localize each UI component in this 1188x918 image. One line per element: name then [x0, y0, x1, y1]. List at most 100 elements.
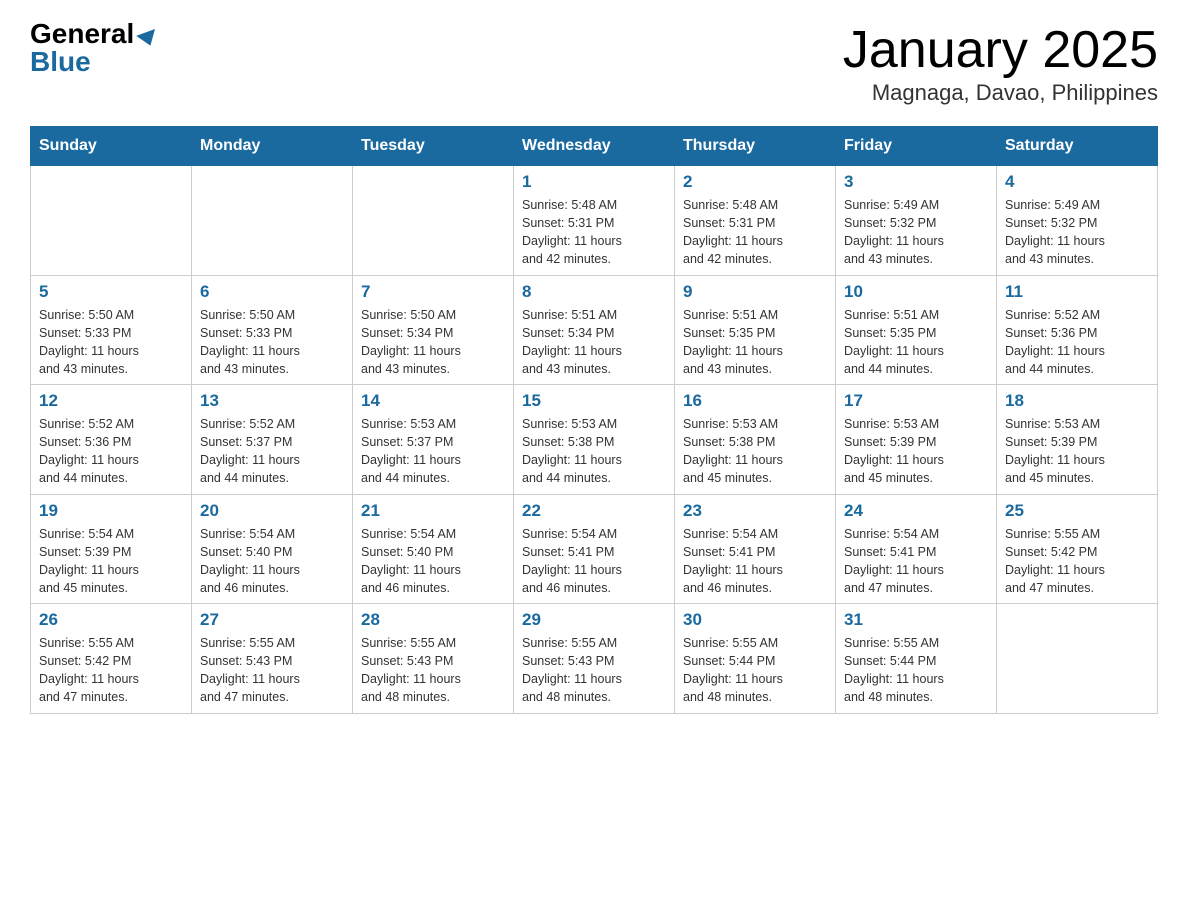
day-info: Sunrise: 5:55 AMSunset: 5:42 PMDaylight:… [39, 634, 183, 707]
calendar-cell: 16 Sunrise: 5:53 AMSunset: 5:38 PMDayligh… [675, 385, 836, 495]
day-number: 4 [1005, 172, 1149, 192]
day-info: Sunrise: 5:52 AMSunset: 5:36 PMDaylight:… [39, 415, 183, 488]
day-number: 22 [522, 501, 666, 521]
calendar-cell: 12 Sunrise: 5:52 AMSunset: 5:36 PMDayligh… [31, 385, 192, 495]
calendar-cell: 20 Sunrise: 5:54 AMSunset: 5:40 PMDayligh… [192, 494, 353, 604]
calendar-cell: 28Sunrise: 5:55 AMSunset: 5:43 PMDayligh… [353, 604, 514, 714]
calendar-week-row: 19Sunrise: 5:54 AMSunset: 5:39 PMDayligh… [31, 494, 1158, 604]
calendar-cell: 27 Sunrise: 5:55 AMSunset: 5:43 PMDayligh… [192, 604, 353, 714]
day-info: Sunrise: 5:54 AMSunset: 5:40 PMDaylight:… [361, 525, 505, 598]
calendar-week-row: 1Sunrise: 5:48 AMSunset: 5:31 PMDaylight… [31, 166, 1158, 276]
calendar-cell: 9Sunrise: 5:51 AMSunset: 5:35 PMDaylight… [675, 275, 836, 385]
calendar-cell [353, 166, 514, 276]
day-number: 25 [1005, 501, 1149, 521]
day-info: Sunrise: 5:50 AMSunset: 5:33 PMDaylight:… [39, 306, 183, 379]
logo: General Blue [30, 20, 158, 76]
page-header: General Blue January 2025 Magnaga, Davao… [30, 20, 1158, 106]
calendar-cell: 19Sunrise: 5:54 AMSunset: 5:39 PMDayligh… [31, 494, 192, 604]
day-number: 18 [1005, 391, 1149, 411]
day-info: Sunrise: 5:55 AMSunset: 5:43 PMDaylight:… [522, 634, 666, 707]
location-label: Magnaga, Davao, Philippines [843, 80, 1158, 106]
day-number: 27 [200, 610, 344, 630]
day-number: 14 [361, 391, 505, 411]
day-number: 21 [361, 501, 505, 521]
day-number: 5 [39, 282, 183, 302]
day-info: Sunrise: 5:55 AMSunset: 5:43 PMDaylight:… [200, 634, 344, 707]
day-info: Sunrise: 5:50 AMSunset: 5:34 PMDaylight:… [361, 306, 505, 379]
day-number: 15 [522, 391, 666, 411]
day-info: Sunrise: 5:49 AMSunset: 5:32 PMDaylight:… [1005, 196, 1149, 269]
day-info: Sunrise: 5:54 AMSunset: 5:41 PMDaylight:… [522, 525, 666, 598]
calendar-cell: 11 Sunrise: 5:52 AMSunset: 5:36 PMDayligh… [997, 275, 1158, 385]
calendar-cell: 14 Sunrise: 5:53 AMSunset: 5:37 PMDayligh… [353, 385, 514, 495]
calendar-cell: 25 Sunrise: 5:55 AMSunset: 5:42 PMDayligh… [997, 494, 1158, 604]
day-number: 31 [844, 610, 988, 630]
day-info: Sunrise: 5:48 AMSunset: 5:31 PMDaylight:… [683, 196, 827, 269]
day-number: 10 [844, 282, 988, 302]
calendar-header: SundayMondayTuesdayWednesdayThursdayFrid… [31, 127, 1158, 166]
calendar-cell: 24 Sunrise: 5:54 AMSunset: 5:41 PMDayligh… [836, 494, 997, 604]
day-number: 16 [683, 391, 827, 411]
weekday-header-wednesday: Wednesday [514, 127, 675, 166]
day-info: Sunrise: 5:54 AMSunset: 5:40 PMDaylight:… [200, 525, 344, 598]
weekday-header-row: SundayMondayTuesdayWednesdayThursdayFrid… [31, 127, 1158, 166]
weekday-header-saturday: Saturday [997, 127, 1158, 166]
day-number: 17 [844, 391, 988, 411]
day-number: 7 [361, 282, 505, 302]
day-number: 23 [683, 501, 827, 521]
day-number: 6 [200, 282, 344, 302]
day-number: 30 [683, 610, 827, 630]
calendar-cell: 22 Sunrise: 5:54 AMSunset: 5:41 PMDayligh… [514, 494, 675, 604]
weekday-header-tuesday: Tuesday [353, 127, 514, 166]
day-number: 24 [844, 501, 988, 521]
month-title: January 2025 [843, 20, 1158, 80]
weekday-header-thursday: Thursday [675, 127, 836, 166]
day-info: Sunrise: 5:51 AMSunset: 5:35 PMDaylight:… [683, 306, 827, 379]
calendar-cell: 1Sunrise: 5:48 AMSunset: 5:31 PMDaylight… [514, 166, 675, 276]
day-info: Sunrise: 5:51 AMSunset: 5:34 PMDaylight:… [522, 306, 666, 379]
calendar-cell: 4 Sunrise: 5:49 AMSunset: 5:32 PMDaylight… [997, 166, 1158, 276]
logo-general-text: General [30, 18, 134, 49]
calendar-cell: 2 Sunrise: 5:48 AMSunset: 5:31 PMDaylight… [675, 166, 836, 276]
calendar-cell: 17Sunrise: 5:53 AMSunset: 5:39 PMDayligh… [836, 385, 997, 495]
day-info: Sunrise: 5:54 AMSunset: 5:41 PMDaylight:… [844, 525, 988, 598]
logo-triangle-icon [136, 29, 160, 49]
calendar-body: 1Sunrise: 5:48 AMSunset: 5:31 PMDaylight… [31, 166, 1158, 714]
day-number: 2 [683, 172, 827, 192]
day-number: 12 [39, 391, 183, 411]
calendar-cell: 30 Sunrise: 5:55 AMSunset: 5:44 PMDayligh… [675, 604, 836, 714]
calendar-cell [997, 604, 1158, 714]
logo-blue-text: Blue [30, 46, 91, 77]
day-info: Sunrise: 5:53 AMSunset: 5:38 PMDaylight:… [522, 415, 666, 488]
day-info: Sunrise: 5:55 AMSunset: 5:44 PMDaylight:… [683, 634, 827, 707]
day-number: 3 [844, 172, 988, 192]
day-info: Sunrise: 5:53 AMSunset: 5:37 PMDaylight:… [361, 415, 505, 488]
calendar-cell: 23Sunrise: 5:54 AMSunset: 5:41 PMDayligh… [675, 494, 836, 604]
day-info: Sunrise: 5:48 AMSunset: 5:31 PMDaylight:… [522, 196, 666, 269]
day-info: Sunrise: 5:50 AMSunset: 5:33 PMDaylight:… [200, 306, 344, 379]
day-info: Sunrise: 5:55 AMSunset: 5:42 PMDaylight:… [1005, 525, 1149, 598]
day-info: Sunrise: 5:55 AMSunset: 5:43 PMDaylight:… [361, 634, 505, 707]
calendar-cell: 5 Sunrise: 5:50 AMSunset: 5:33 PMDaylight… [31, 275, 192, 385]
day-number: 19 [39, 501, 183, 521]
calendar-cell: 21 Sunrise: 5:54 AMSunset: 5:40 PMDayligh… [353, 494, 514, 604]
weekday-header-sunday: Sunday [31, 127, 192, 166]
calendar-week-row: 26Sunrise: 5:55 AMSunset: 5:42 PMDayligh… [31, 604, 1158, 714]
calendar-cell: 15 Sunrise: 5:53 AMSunset: 5:38 PMDayligh… [514, 385, 675, 495]
day-info: Sunrise: 5:51 AMSunset: 5:35 PMDaylight:… [844, 306, 988, 379]
calendar-week-row: 5 Sunrise: 5:50 AMSunset: 5:33 PMDaylight… [31, 275, 1158, 385]
day-number: 20 [200, 501, 344, 521]
calendar-cell: 29Sunrise: 5:55 AMSunset: 5:43 PMDayligh… [514, 604, 675, 714]
calendar-cell: 18 Sunrise: 5:53 AMSunset: 5:39 PMDayligh… [997, 385, 1158, 495]
logo-line1: General [30, 20, 158, 48]
day-info: Sunrise: 5:52 AMSunset: 5:36 PMDaylight:… [1005, 306, 1149, 379]
day-number: 13 [200, 391, 344, 411]
day-number: 11 [1005, 282, 1149, 302]
weekday-header-friday: Friday [836, 127, 997, 166]
day-info: Sunrise: 5:53 AMSunset: 5:38 PMDaylight:… [683, 415, 827, 488]
day-info: Sunrise: 5:53 AMSunset: 5:39 PMDaylight:… [1005, 415, 1149, 488]
calendar-cell: 10 Sunrise: 5:51 AMSunset: 5:35 PMDayligh… [836, 275, 997, 385]
calendar-cell [31, 166, 192, 276]
logo-line2: Blue [30, 48, 91, 76]
calendar-cell: 13Sunrise: 5:52 AMSunset: 5:37 PMDayligh… [192, 385, 353, 495]
